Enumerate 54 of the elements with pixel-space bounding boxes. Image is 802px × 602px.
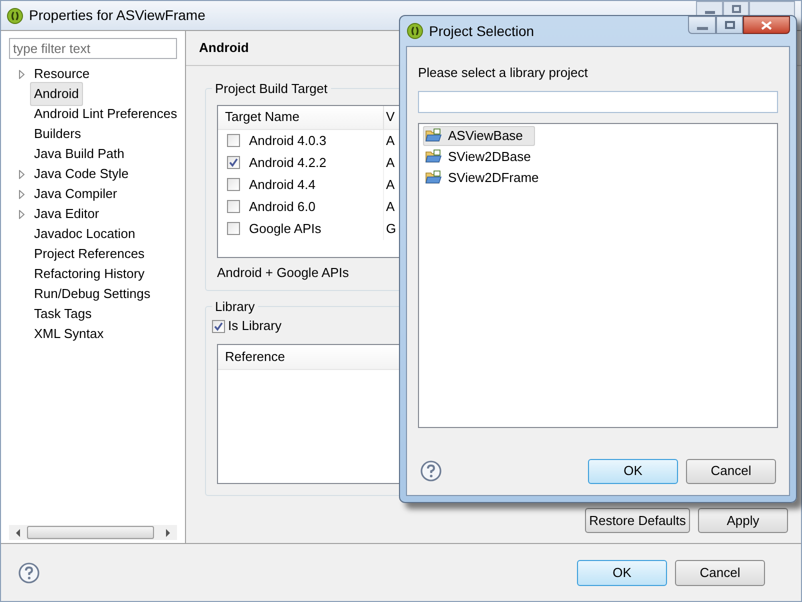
dialog-prompt: Please select a library project — [418, 64, 589, 82]
logo-icon — [7, 8, 23, 24]
table-cell-text: A — [385, 154, 395, 172]
folder-icon — [425, 170, 442, 185]
tree-item[interactable]: Android — [30, 82, 83, 106]
group-title: Project Build Target — [214, 80, 328, 98]
table-cell-text: A — [385, 176, 395, 194]
window-title: Properties for ASViewFrame — [29, 6, 206, 25]
table-cell-text: Android 6.0 — [249, 198, 316, 216]
dialog-button[interactable]: Restore Defaults — [585, 508, 690, 533]
dialog-button[interactable]: Cancel — [686, 458, 776, 484]
minimize-button[interactable] — [688, 16, 716, 34]
checkbox[interactable] — [227, 178, 240, 191]
checkbox[interactable] — [227, 200, 240, 213]
horizontal-scrollbar[interactable] — [9, 525, 177, 540]
column-header[interactable]: Reference — [218, 347, 292, 367]
help-icon[interactable] — [420, 460, 442, 482]
search-field[interactable] — [418, 90, 778, 112]
checkbox[interactable] — [227, 156, 240, 169]
table-cell-text: A — [385, 198, 395, 216]
folder-icon — [425, 149, 442, 164]
project-item[interactable]: ASViewBase — [423, 126, 535, 146]
help-icon[interactable] — [18, 562, 40, 584]
checkbox[interactable] — [227, 134, 240, 147]
expand-arrow-icon[interactable] — [18, 210, 24, 218]
expand-arrow-icon[interactable] — [18, 70, 24, 78]
filter-field[interactable]: type filter text — [9, 38, 177, 59]
dialog-button[interactable]: Cancel — [675, 560, 765, 586]
table-cell-text: Android 4.4 — [249, 176, 316, 194]
dialog-button[interactable]: OK — [577, 560, 667, 586]
dialog-button[interactable]: OK — [588, 458, 678, 484]
table-cell-text: A — [385, 132, 395, 150]
table-cell-text: Android 4.0.3 — [249, 132, 326, 150]
expand-arrow-icon[interactable] — [18, 190, 24, 198]
maximize-button[interactable] — [716, 16, 743, 34]
folder-icon — [425, 128, 442, 143]
group-title: Library — [214, 298, 256, 316]
column-header[interactable]: V — [384, 106, 395, 128]
checkbox[interactable] — [212, 320, 225, 332]
table-cell-text: G — [385, 220, 396, 238]
checkbox-label[interactable]: Is Library — [228, 316, 282, 336]
expand-arrow-icon[interactable] — [18, 170, 24, 178]
checkbox[interactable] — [227, 222, 240, 235]
dialog-button[interactable]: Apply — [698, 508, 788, 533]
close-button[interactable] — [743, 16, 790, 34]
close-icon — [761, 20, 772, 30]
project-item[interactable]: SView2DBase — [423, 146, 535, 166]
table-cell-text: Android 4.2.2 — [249, 154, 326, 172]
column-header[interactable]: Target Name — [218, 106, 384, 128]
target-description: Android + Google APIs — [217, 264, 349, 282]
dialog-title: Project Selection — [429, 22, 534, 41]
page-title: Android — [199, 39, 249, 58]
logo-icon — [407, 23, 423, 39]
table-cell-text: Google APIs — [249, 220, 322, 238]
